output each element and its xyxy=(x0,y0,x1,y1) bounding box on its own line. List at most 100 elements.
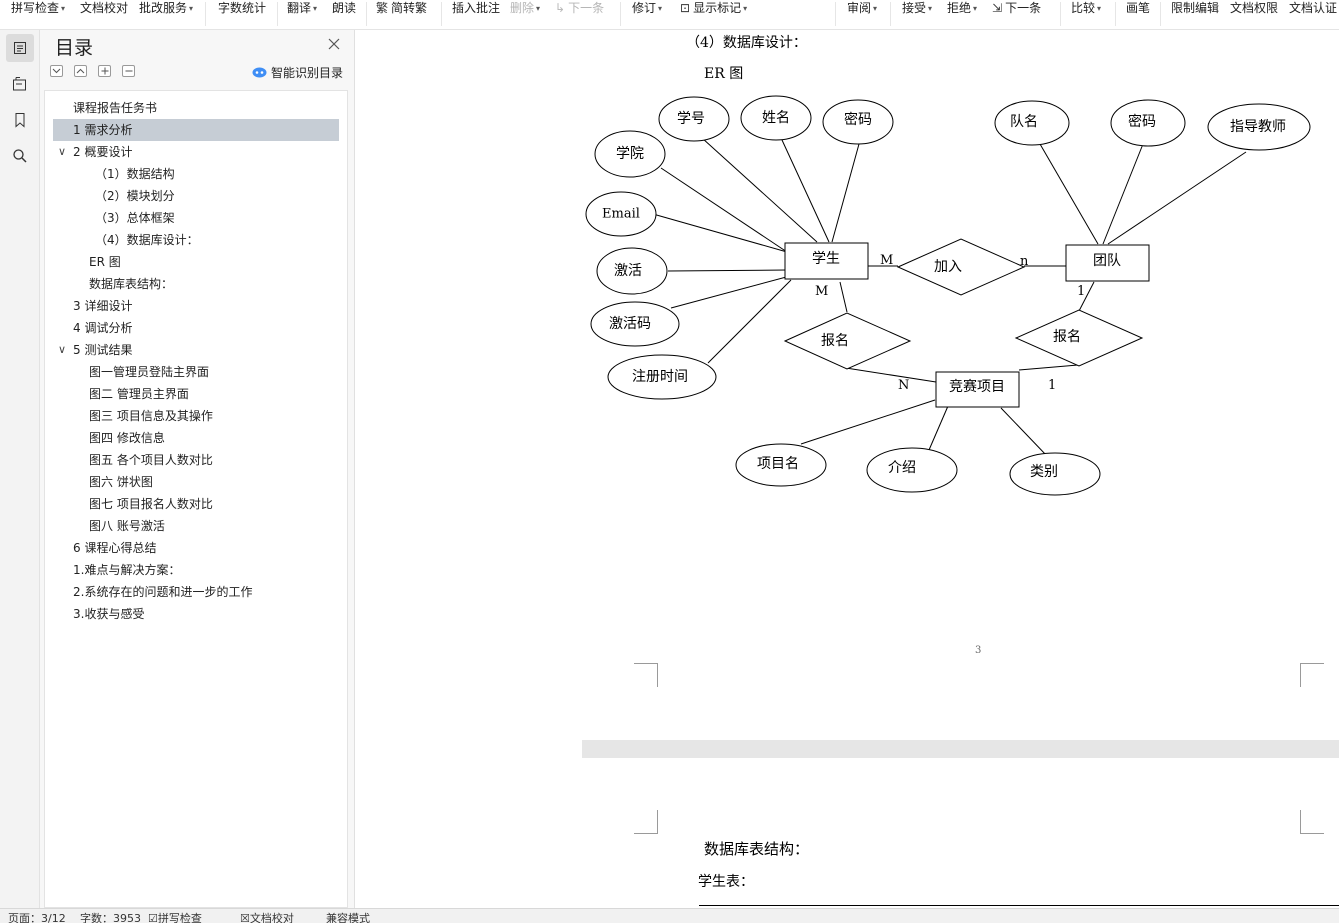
dropdown-caret-icon: ▾ xyxy=(61,4,66,13)
insert-comment-button[interactable]: 插入批注 xyxy=(452,0,500,16)
document-page[interactable]: （4）数据库设计： ER 图 学院 学号 姓名 密码 Email 激活 激活码 … xyxy=(582,30,1339,740)
next-comment-label: 下一条 xyxy=(568,1,605,15)
toc-item[interactable]: 图六 饼状图 xyxy=(45,471,347,493)
ribbon-divider xyxy=(441,2,442,26)
toc-item[interactable]: 图一管理员登陆主界面 xyxy=(45,361,347,383)
doc-permission-button[interactable]: 文档权限 xyxy=(1230,0,1278,16)
er-connector xyxy=(667,269,788,272)
chevron-up-icon xyxy=(76,68,85,74)
toc-item[interactable]: 6 课程心得总结 xyxy=(45,537,347,559)
dropdown-caret-icon: ▾ xyxy=(1097,4,1102,13)
card-student-signup: M xyxy=(815,284,828,299)
attr-team-password-label: 密码 xyxy=(1128,113,1156,130)
demote-level-button[interactable] xyxy=(122,65,135,77)
batch-edit-button[interactable]: 批改服务 ▾ xyxy=(139,0,193,16)
convert-chinese-button[interactable]: 繁简转繁 xyxy=(376,0,427,16)
restrict-edit-button[interactable]: 限制编辑 xyxy=(1171,0,1219,16)
reject-button[interactable]: 拒绝 ▾ xyxy=(947,0,977,16)
close-icon[interactable] xyxy=(327,37,341,51)
sections-panel-button[interactable] xyxy=(6,70,34,98)
review-button[interactable]: 审阅 ▾ xyxy=(847,0,877,16)
search-panel-button[interactable] xyxy=(6,142,34,170)
toc-item[interactable]: ER 图 xyxy=(45,251,347,273)
toc-item[interactable]: 图五 各个项目人数对比 xyxy=(45,449,347,471)
toc-item[interactable]: 1.难点与解决方案： xyxy=(45,559,347,581)
toc-item[interactable]: 图三 项目信息及其操作 xyxy=(45,405,347,427)
toc-list: 课程报告任务书 1 需求分析 ∨ 2 概要设计 （1）数据结构 （2）模块划分 （… xyxy=(45,97,347,625)
ribbon-divider xyxy=(890,2,891,26)
toc-item[interactable]: （2）模块划分 xyxy=(45,185,347,207)
collapse-all-button[interactable] xyxy=(74,65,87,77)
page-indicator[interactable]: 页面：3/12 xyxy=(8,910,66,923)
toc-item[interactable]: （3）总体框架 xyxy=(45,207,347,229)
card-join-team: n xyxy=(1020,254,1029,269)
chevron-down-icon[interactable]: ∨ xyxy=(58,339,66,361)
compare-button[interactable]: 比较 ▾ xyxy=(1071,0,1101,16)
ribbon-divider xyxy=(277,2,278,26)
delete-comment-button[interactable]: 删除 ▾ xyxy=(510,0,540,16)
document-page[interactable]: 数据库表结构： 学生表： xyxy=(582,758,1339,908)
toc-item[interactable]: 数据库表结构： xyxy=(45,273,347,295)
doc-certify-button[interactable]: 文档认证 xyxy=(1289,0,1337,16)
ink-button[interactable]: 画笔 xyxy=(1126,0,1150,16)
toc-item[interactable]: 课程报告任务书 xyxy=(45,97,347,119)
toc-item[interactable]: 4 调试分析 xyxy=(45,317,347,339)
ribbon-divider xyxy=(835,2,836,26)
spell-check-label: 拼写检查 xyxy=(11,1,60,15)
toc-panel: 目录 智能识别目录 课程报告任务书 1 需求分析 ∨ 2 概要设计 （1）数据结构… xyxy=(40,30,355,908)
toc-item[interactable]: ∨ 2 概要设计 xyxy=(45,141,347,163)
toc-item[interactable]: 2.系统存在的问题和进一步的工作 xyxy=(45,581,347,603)
toc-icon xyxy=(14,42,26,54)
word-count-button[interactable]: 字数统计 xyxy=(218,0,266,16)
show-markup-label: 显示标记 xyxy=(693,1,742,15)
card-signup-project-n: N xyxy=(898,378,909,393)
expand-all-button[interactable] xyxy=(50,65,63,77)
document-canvas[interactable]: （4）数据库设计： ER 图 学院 学号 姓名 密码 Email 激活 激活码 … xyxy=(356,30,1339,908)
smart-toc-button[interactable]: 智能识别目录 xyxy=(252,64,343,81)
entity-student-label: 学生 xyxy=(812,251,840,267)
next-comment-button[interactable]: ↳ 下一条 xyxy=(555,0,604,16)
toc-panel-button[interactable] xyxy=(6,34,34,62)
rel-signup-team-label: 报名 xyxy=(1053,329,1081,345)
proofread-status[interactable]: ☒文档校对 xyxy=(240,910,294,923)
chevron-down-icon[interactable]: ∨ xyxy=(58,141,66,163)
toc-item[interactable]: 3 详细设计 xyxy=(45,295,347,317)
toc-item[interactable]: 图八 账号激活 xyxy=(45,515,347,537)
read-aloud-button[interactable]: 朗读 xyxy=(332,0,356,16)
spell-check-button[interactable]: 拼写检查 ▾ xyxy=(11,0,65,16)
bookmarks-panel-button[interactable] xyxy=(6,106,34,134)
er-connector xyxy=(781,139,830,243)
toc-item[interactable]: 图四 修改信息 xyxy=(45,427,347,449)
word-count-indicator[interactable]: 字数：3953 xyxy=(80,910,141,923)
attr-password-label: 密码 xyxy=(844,111,872,128)
toc-item-label: 5 测试结果 xyxy=(73,343,133,357)
promote-level-button[interactable] xyxy=(98,65,111,77)
attr-reg-time-label: 注册时间 xyxy=(632,369,688,385)
student-table-caption: 学生表： xyxy=(698,874,754,890)
doc-proofread-button[interactable]: 文档校对 xyxy=(80,0,128,16)
er-connector xyxy=(800,399,936,445)
spell-check-status[interactable]: ☑拼写检查 xyxy=(148,910,202,923)
accept-button[interactable]: 接受 ▾ xyxy=(902,0,932,16)
toc-item[interactable]: （4）数据库设计： xyxy=(45,229,347,251)
toc-item[interactable]: （1）数据结构 xyxy=(45,163,347,185)
translate-button[interactable]: 翻译 ▾ xyxy=(287,0,317,16)
next-change-button[interactable]: ⇲ 下一条 xyxy=(992,0,1041,16)
toc-item[interactable]: 3.收获与感受 xyxy=(45,603,347,625)
page-corner-mark xyxy=(1300,810,1324,834)
structure-icon xyxy=(13,77,26,91)
toc-item-selected[interactable]: 1 需求分析 xyxy=(53,119,339,141)
dropdown-caret-icon: ▾ xyxy=(743,4,748,13)
toc-item[interactable]: 图七 项目报名人数对比 xyxy=(45,493,347,515)
db-structure-heading: 数据库表结构： xyxy=(704,840,810,858)
track-changes-button[interactable]: 修订 ▾ xyxy=(632,0,662,16)
chevron-down-icon xyxy=(52,68,61,74)
toc-item[interactable]: ∨ 5 测试结果 xyxy=(45,339,347,361)
er-connector xyxy=(1000,407,1048,457)
show-markup-button[interactable]: ⊡ 显示标记 ▾ xyxy=(680,0,747,16)
smart-toc-label: 智能识别目录 xyxy=(271,66,344,80)
page-corner-mark xyxy=(634,810,658,834)
minus-icon xyxy=(125,70,132,72)
reject-label: 拒绝 xyxy=(947,1,972,15)
toc-item[interactable]: 图二 管理员主界面 xyxy=(45,383,347,405)
